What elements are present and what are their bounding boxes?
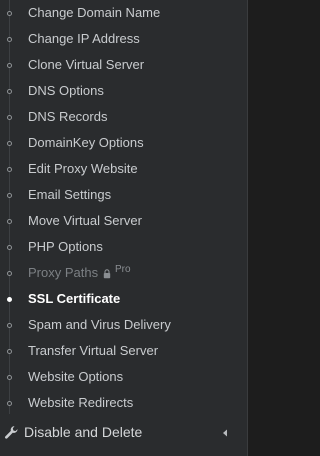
section-disable-and-delete[interactable]: Disable and Delete: [0, 420, 248, 446]
bullet-icon: [7, 193, 12, 198]
menu-item-website-options[interactable]: Website Options: [0, 364, 248, 390]
menu-item-label: Transfer Virtual Server: [28, 343, 159, 358]
menu-item-label: Proxy Paths: [28, 265, 99, 280]
menu-item-label: PHP Options: [28, 239, 103, 254]
bullet-icon: [7, 323, 12, 328]
bullet-icon: [7, 141, 12, 146]
bullet-icon: [7, 115, 12, 120]
bullet-icon: [7, 271, 12, 276]
menu-item-change-domain-name[interactable]: Change Domain Name: [0, 0, 248, 26]
menu-item-proxy-paths[interactable]: Proxy Paths Pro: [0, 260, 248, 286]
menu-item-label: Email Settings: [28, 187, 112, 202]
menu-item-email-settings[interactable]: Email Settings: [0, 182, 248, 208]
bullet-icon: [7, 349, 12, 354]
menu-item-spam-and-virus-delivery[interactable]: Spam and Virus Delivery: [0, 312, 248, 338]
menu-item-label: Change IP Address: [28, 31, 140, 46]
wrench-icon: [5, 426, 18, 439]
menu-item-clone-virtual-server[interactable]: Clone Virtual Server: [0, 52, 248, 78]
pro-badge: Pro: [115, 264, 131, 275]
menu-item-label: SSL Certificate: [28, 291, 121, 306]
bullet-icon: [7, 219, 12, 224]
menu-item-label: Clone Virtual Server: [28, 57, 145, 72]
bullet-icon: [7, 63, 12, 68]
menu-item-label: DNS Records: [28, 109, 108, 124]
menu-item-website-redirects[interactable]: Website Redirects: [0, 390, 248, 416]
menu-item-change-ip-address[interactable]: Change IP Address: [0, 26, 248, 52]
main-content-area: [248, 0, 307, 456]
bullet-icon: [7, 297, 12, 302]
menu-item-transfer-virtual-server[interactable]: Transfer Virtual Server: [0, 338, 248, 364]
menu-item-php-options[interactable]: PHP Options: [0, 234, 248, 260]
menu-item-label: Change Domain Name: [28, 5, 161, 20]
bullet-icon: [7, 245, 12, 250]
submenu: Change Domain Name Change IP Address Clo…: [0, 0, 248, 420]
menu-item-ssl-certificate[interactable]: SSL Certificate: [0, 286, 248, 312]
bullet-icon: [7, 401, 12, 406]
menu-item-label: Spam and Virus Delivery: [28, 317, 171, 332]
lock-icon: [103, 269, 111, 279]
menu-item-domainkey-options[interactable]: DomainKey Options: [0, 130, 248, 156]
menu-item-label: Website Options: [28, 369, 124, 384]
bullet-icon: [7, 11, 12, 16]
menu-item-label: Website Redirects: [28, 395, 134, 410]
sidebar: Change Domain Name Change IP Address Clo…: [0, 0, 248, 456]
menu-item-edit-proxy-website[interactable]: Edit Proxy Website: [0, 156, 248, 182]
menu-item-dns-options[interactable]: DNS Options: [0, 78, 248, 104]
app-window: Change Domain Name Change IP Address Clo…: [0, 0, 307, 456]
menu-item-label: DNS Options: [28, 83, 104, 98]
menu-item-dns-records[interactable]: DNS Records: [0, 104, 248, 130]
bullet-icon: [7, 375, 12, 380]
menu-item-label: Move Virtual Server: [28, 213, 142, 228]
bullet-icon: [7, 37, 12, 42]
menu-item-label: DomainKey Options: [28, 135, 144, 150]
section-label: Disable and Delete: [24, 424, 143, 440]
menu-item-move-virtual-server[interactable]: Move Virtual Server: [0, 208, 248, 234]
caret-left-icon: [223, 429, 227, 437]
bullet-icon: [7, 167, 12, 172]
bullet-icon: [7, 89, 12, 94]
menu-item-label: Edit Proxy Website: [28, 161, 138, 176]
